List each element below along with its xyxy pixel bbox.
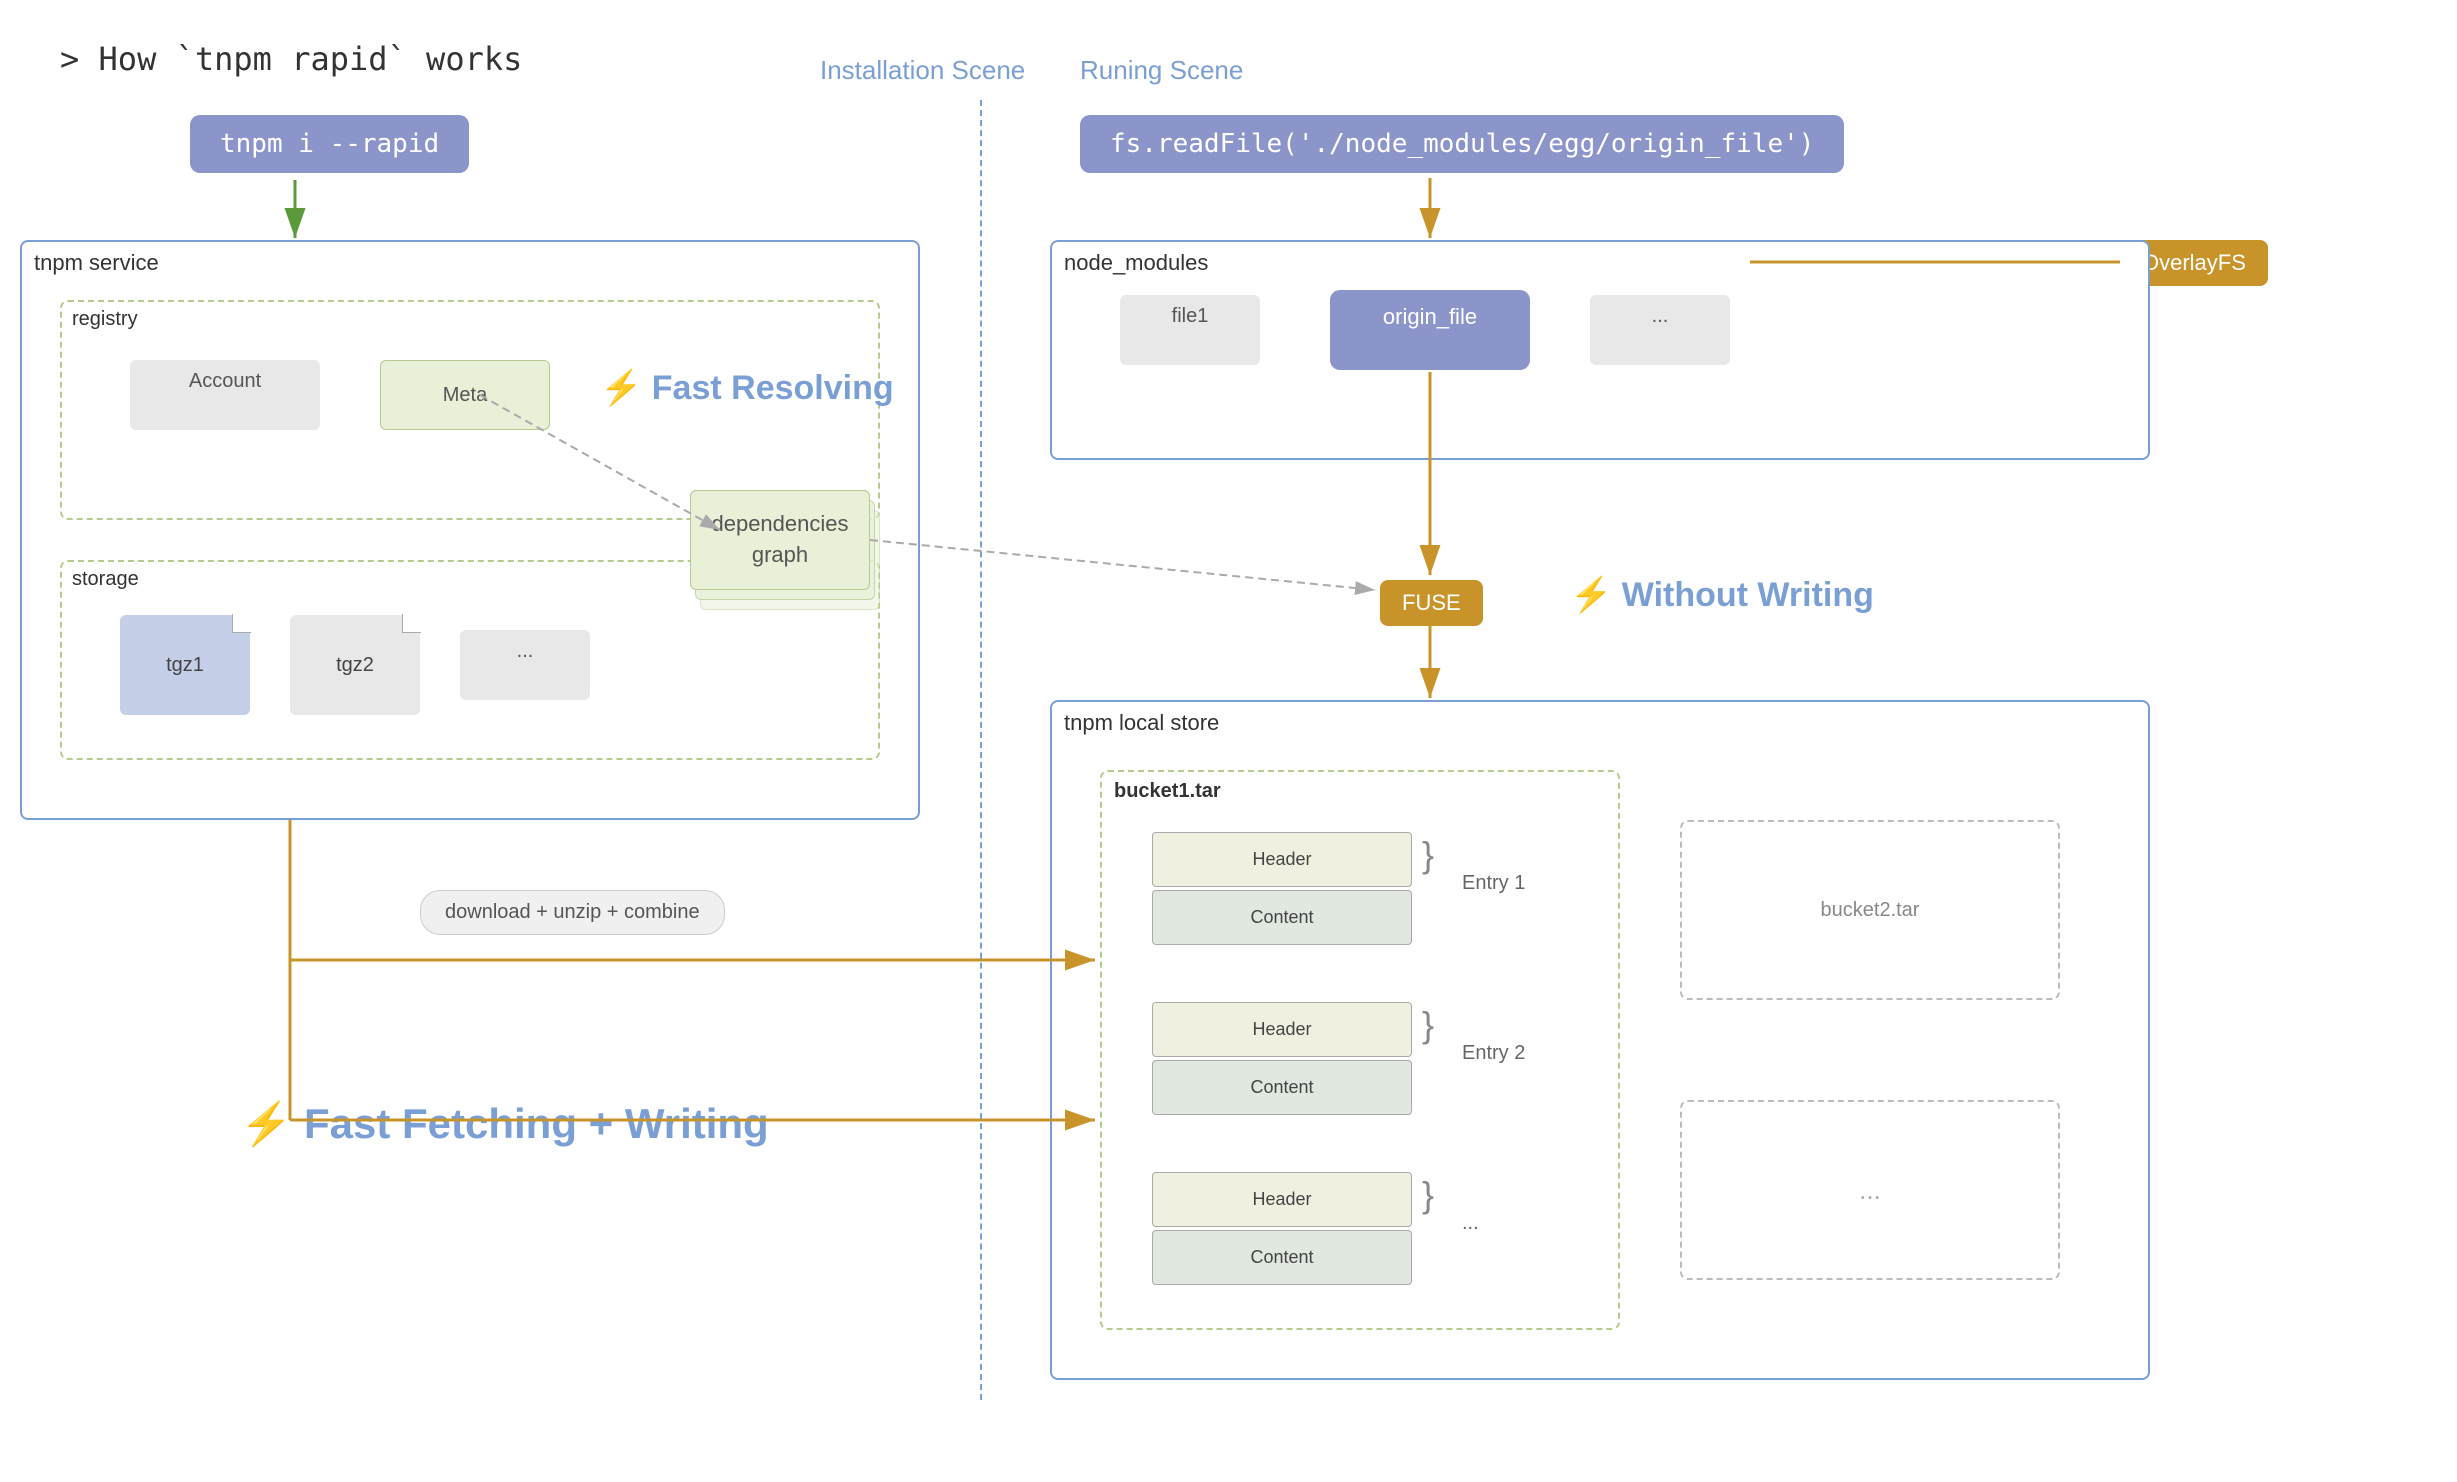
diagram-container: > How `tnpm rapid` works Installation Sc… bbox=[0, 0, 2457, 1482]
tar-content-3: Content bbox=[1152, 1230, 1412, 1285]
bottom-ellipsis-label: ... bbox=[1859, 1175, 1881, 1206]
fast-resolving-label: ⚡ Fast Resolving bbox=[600, 368, 894, 408]
installation-scene-label: Installation Scene bbox=[820, 55, 1025, 86]
dep-card-front: dependencies graph bbox=[690, 490, 870, 590]
node-modules-ellipsis: ... bbox=[1590, 295, 1730, 365]
meta-node: Meta bbox=[380, 360, 550, 430]
registry-label: registry bbox=[62, 302, 878, 337]
node-modules-label: node_modules bbox=[1052, 242, 2148, 284]
running-scene-label: Runing Scene bbox=[1080, 55, 1243, 86]
account-node: Account bbox=[130, 360, 320, 430]
file1-node: file1 bbox=[1120, 295, 1260, 365]
tgz1-node: tgz1 bbox=[120, 615, 250, 715]
dep-graph-label: dependencies graph bbox=[711, 509, 848, 571]
bucket1-box: bucket1.tar Header Content Header Conten… bbox=[1100, 770, 1620, 1330]
scene-divider bbox=[980, 100, 982, 1400]
entry1-label: Entry 1 bbox=[1462, 872, 1525, 895]
tar-header-3: Header bbox=[1152, 1172, 1412, 1227]
fast-fetching-label: ⚡ Fast Fetching + Writing bbox=[240, 1100, 769, 1149]
tnpm-local-store-label: tnpm local store bbox=[1052, 702, 2148, 744]
bucket1-label: bucket1.tar bbox=[1102, 772, 1618, 811]
dep-graph-stack: dependencies graph bbox=[690, 490, 870, 610]
bottom-ellipsis-box: ... bbox=[1680, 1100, 2060, 1280]
readfile-command-box: fs.readFile('./node_modules/egg/origin_f… bbox=[1080, 115, 1844, 173]
bucket2-box: bucket2.tar bbox=[1680, 820, 2060, 1000]
tar-content-2: Content bbox=[1152, 1060, 1412, 1115]
origin-file-node: origin_file bbox=[1330, 290, 1530, 370]
entry1-brace: } bbox=[1422, 834, 1434, 876]
entry3-brace: } bbox=[1422, 1174, 1434, 1216]
bucket2-label: bucket2.tar bbox=[1821, 899, 1920, 922]
tar-header-1: Header bbox=[1152, 832, 1412, 887]
storage-ellipsis-node: ... bbox=[460, 630, 590, 700]
fuse-box: FUSE bbox=[1380, 580, 1483, 626]
entry2-label: Entry 2 bbox=[1462, 1042, 1525, 1065]
entry2-brace: } bbox=[1422, 1004, 1434, 1046]
download-label: download + unzip + combine bbox=[420, 890, 725, 935]
tar-content-1: Content bbox=[1152, 890, 1412, 945]
tar-header-2: Header bbox=[1152, 1002, 1412, 1057]
without-writing-label: ⚡ Without Writing bbox=[1570, 575, 1874, 615]
entry3-label: ... bbox=[1462, 1212, 1479, 1235]
tnpm-service-label: tnpm service bbox=[22, 242, 918, 284]
tnpm-command-box: tnpm i --rapid bbox=[190, 115, 469, 173]
tgz2-node: tgz2 bbox=[290, 615, 420, 715]
